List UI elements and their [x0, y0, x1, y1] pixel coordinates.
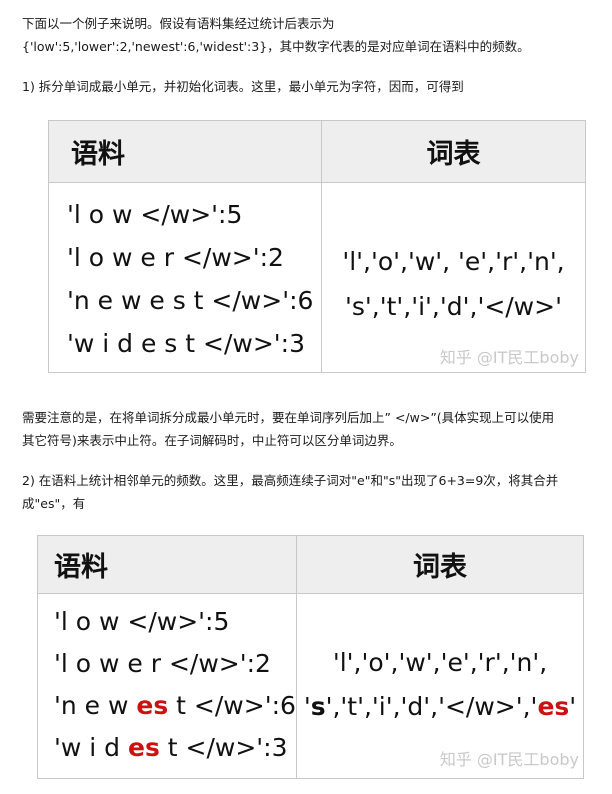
vocab-text: ','t','i','d','</w>',' [325, 692, 538, 721]
header-vocab: 词表 [413, 552, 467, 583]
header-corpus: 语料 [54, 552, 108, 583]
step1-paragraph: 1) 拆分单词成最小单元，并初始化词表。这里，最小单元为字符，因而，可得到 [22, 75, 602, 98]
vocab-row: 'l','o','w', 'e','r','n', [342, 247, 565, 276]
corpus-row: 'l o w e r </w>':2 [67, 243, 284, 272]
corpus-row-text: t </w>':3 [159, 733, 288, 762]
intro-paragraph: 下面以一个例子来说明。假设有语料集经过统计后表示为 {'low':5,'lowe… [22, 12, 602, 58]
corpus-cell: 'l o w </w>':5 'l o w e r </w>':2 'n e w… [54, 601, 296, 769]
note-line-2: 其它符号)来表示中止符。在子词解码时，中止符可以区分单词边界。 [22, 433, 402, 448]
corpus-row-text: 'l o w e r </w>':2 [54, 649, 271, 678]
vocab-table-merged: 语料 词表 'l o w </w>':5 'l o w e r </w>':2 … [37, 535, 584, 779]
corpus-row: 'l o w e r </w>':2 [54, 643, 296, 685]
vocab-row: 's','t','i','d','</w>','es' [297, 685, 583, 729]
vocab-text: ' [303, 692, 311, 721]
intro-line-2: {'low':5,'lower':2,'newest':6,'widest':3… [22, 39, 530, 54]
header-vocab: 词表 [426, 139, 481, 170]
note-paragraph: 需要注意的是，在将单词拆分成最小单元时，要在单词序列后加上” </w>”(具体实… [22, 406, 602, 452]
corpus-row-text: 'l o w </w>':5 [54, 607, 230, 636]
corpus-row-text: t </w>':6 [168, 691, 296, 720]
header-corpus: 语料 [71, 139, 125, 170]
vocab-cell: 'l','o','w','e','r','n', 's','t','i','d'… [297, 641, 583, 729]
table-header-row: 语料 词表 [38, 536, 583, 594]
merged-pair-highlight: es [136, 691, 169, 720]
merged-unit-highlight: es [537, 692, 570, 721]
corpus-row-text: 'n e w [54, 691, 137, 720]
intro-line-1: 下面以一个例子来说明。假设有语料集经过统计后表示为 [22, 16, 335, 31]
zhihu-watermark: 知乎 @IT民工boby [439, 348, 579, 367]
vocab-text: ' [569, 692, 577, 721]
zhihu-watermark: 知乎 @IT民工boby [439, 750, 579, 769]
step2-paragraph: 2) 在语料上统计相邻单元的频数。这里，最高频连续子词对"e"和"s"出现了6+… [22, 469, 602, 515]
corpus-row: 'l o w </w>':5 [67, 200, 243, 229]
step1-text: 1) 拆分单词成最小单元，并初始化词表。这里，最小单元为字符，因而，可得到 [22, 79, 464, 94]
vocab-table-initial: 语料 词表 'l o w </w>':5 'l o w e r </w>':2 … [48, 120, 586, 373]
corpus-row: 'n e w e s t </w>':6 [67, 286, 314, 315]
table-header-row: 语料 词表 [49, 121, 585, 183]
corpus-row: 'n e w es t </w>':6 [54, 685, 296, 727]
vocab-cell: 'l','o','w', 'e','r','n', 's','t','i','d… [322, 239, 585, 329]
note-line-1: 需要注意的是，在将单词拆分成最小单元时，要在单词序列后加上” </w>”(具体实… [22, 410, 555, 425]
corpus-row-text: 'w i d [54, 733, 128, 762]
corpus-cell: 'l o w </w>':5 'l o w e r </w>':2 'n e w… [67, 193, 313, 365]
step2-line-2: 成"es"，有 [22, 496, 86, 511]
vocab-row: 's','t','i','d','</w>' [345, 292, 562, 321]
corpus-row: 'w i d es t </w>':3 [54, 727, 296, 769]
step2-line-1: 2) 在语料上统计相邻单元的频数。这里，最高频连续子词对"e"和"s"出现了6+… [22, 473, 559, 488]
corpus-row: 'l o w </w>':5 [54, 601, 296, 643]
merged-pair-highlight: es [127, 733, 160, 762]
corpus-row: 'w i d e s t </w>':3 [67, 329, 305, 358]
removed-unit-s: s [310, 692, 326, 721]
vocab-row: 'l','o','w','e','r','n', [332, 648, 548, 677]
